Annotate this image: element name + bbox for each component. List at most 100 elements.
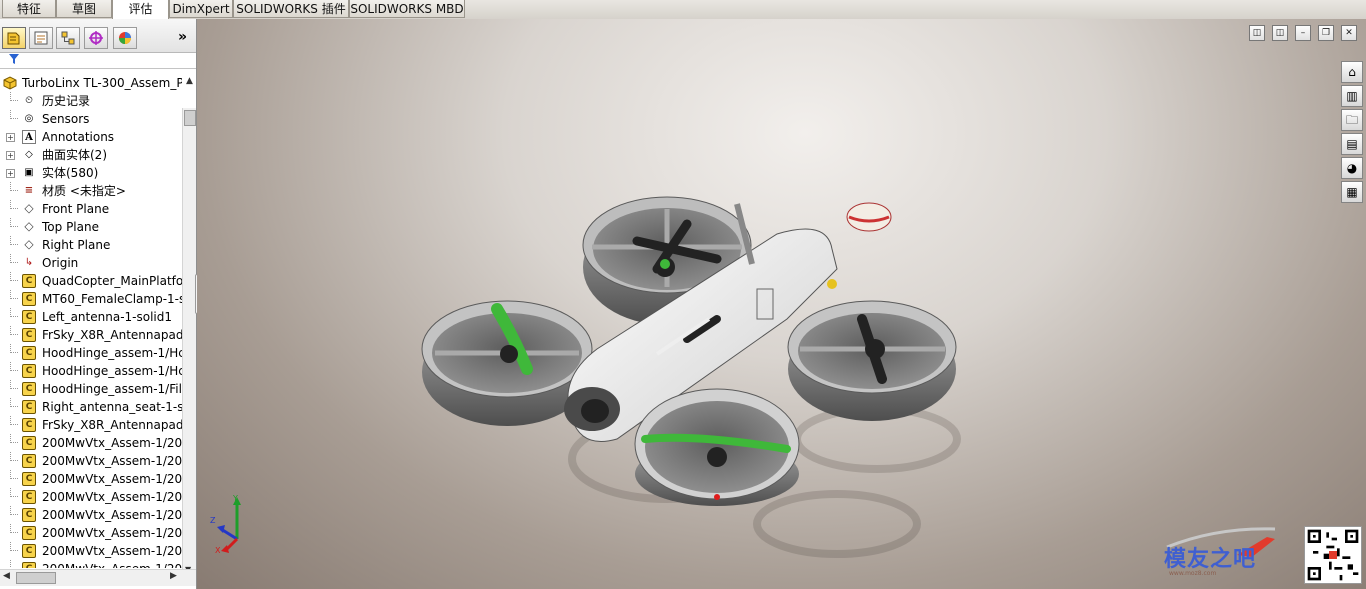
file-explorer-icon[interactable]: 🗀 — [1341, 109, 1363, 131]
tree-item[interactable]: + ◇ 曲面实体(2) — [0, 146, 182, 164]
svg-text:X: X — [215, 546, 221, 553]
tree-item-component[interactable]: C HoodHinge_assem-1/Fil — [0, 380, 182, 398]
part-icon: C — [22, 490, 36, 504]
plane-icon: ◇ — [24, 237, 34, 251]
tree-item[interactable]: ◇ Front Plane — [0, 200, 182, 218]
tree-item-component[interactable]: C 200MwVtx_Assem-1/200 — [0, 434, 182, 452]
minimize-window-icon[interactable]: – — [1295, 25, 1311, 41]
tree-connector-line — [10, 524, 18, 533]
annotations-icon: A — [22, 130, 36, 144]
part-icon: C — [22, 292, 36, 306]
vertical-scroll-thumb[interactable] — [184, 110, 196, 126]
tree-item-component[interactable]: C Right_antenna_seat-1-sc — [0, 398, 182, 416]
tab-dimxpert[interactable]: DimXpert — [169, 0, 233, 18]
tree-connector-line — [10, 452, 18, 461]
command-manager-tabbar: 特征 草图 评估 DimXpert SOLIDWORKS 插件 SOLIDWOR… — [0, 0, 1366, 19]
tab-evaluate[interactable]: 评估 — [112, 0, 169, 19]
horizontal-scroll-thumb[interactable] — [16, 572, 56, 584]
tile-left-icon[interactable]: ◫ — [1249, 25, 1265, 41]
solidworks-resources-icon[interactable]: ⌂ — [1341, 61, 1363, 83]
tree-item-component[interactable]: C FrSky_X8R_Antennapadc — [0, 416, 182, 434]
expand-toggle-icon[interactable]: + — [6, 169, 15, 178]
tree-item[interactable]: ◎ Sensors — [0, 110, 182, 128]
tree-item[interactable]: ≡ 材质 <未指定> — [0, 182, 182, 200]
tree-item-component[interactable]: C Left_antenna-1-solid1 — [0, 308, 182, 326]
tree-connector-line — [10, 326, 18, 335]
configuration-manager-icon[interactable] — [56, 27, 80, 49]
tab-sketch[interactable]: 草图 — [56, 0, 112, 18]
part-icon: C — [22, 544, 36, 558]
tree-item-component[interactable]: C HoodHinge_assem-1/Hc — [0, 344, 182, 362]
expand-toggle-icon[interactable]: + — [6, 133, 15, 142]
tree-connector-line — [10, 398, 18, 407]
tree-item-component[interactable]: C 200MwVtx_Assem-1/200 — [0, 488, 182, 506]
tree-item-component[interactable]: C HoodHinge_assem-1/Hc — [0, 362, 182, 380]
tree-item[interactable]: ⏲ 历史记录 — [0, 92, 182, 110]
tree-item-component[interactable]: C 200MwVtx_Assem-1/200 — [0, 452, 182, 470]
tree-item-component[interactable]: C 200MwVtx_Assem-1/200 — [0, 542, 182, 560]
tree-item-label: FrSky_X8R_Antennapadc — [42, 418, 182, 432]
feature-manager-icon[interactable] — [2, 27, 26, 49]
tree-item-label: FrSky_X8R_Antennapadc — [42, 328, 182, 342]
tree-item-label: 200MwVtx_Assem-1/200 — [42, 490, 182, 504]
dimxpert-manager-icon[interactable] — [84, 27, 108, 49]
solid-bodies-icon: ▣ — [24, 167, 34, 178]
tree-item-label: HoodHinge_assem-1/Fil — [42, 382, 182, 396]
tree-item[interactable]: ◇ Right Plane — [0, 236, 182, 254]
graphics-area[interactable]: ⊕⊖⤿▦✎◫▣⚭◕✿▤ — [197, 19, 1366, 589]
expand-toggle-icon[interactable]: + — [6, 151, 15, 160]
tree-item-component[interactable]: C 200MwVtx_Assem-1/200 — [0, 470, 182, 488]
filter-icon[interactable] — [9, 54, 19, 68]
tree-item-label: 曲面实体(2) — [42, 148, 107, 162]
tree-root-assembly[interactable]: TurboLinx TL-300_Assem_Pl — [0, 74, 182, 92]
tab-solidworks-mbd[interactable]: SOLIDWORKS MBD — [349, 0, 465, 18]
tree-horizontal-scrollbar[interactable]: ◀ ▶ — [0, 569, 196, 586]
plane-icon: ◇ — [24, 201, 34, 215]
view-palette-icon[interactable]: ▤ — [1341, 133, 1363, 155]
property-manager-icon[interactable] — [29, 27, 53, 49]
part-icon: C — [22, 454, 36, 468]
tree-item-component[interactable]: C FrSky_X8R_Antennapadc — [0, 326, 182, 344]
tree-item-label: Right_antenna_seat-1-sc — [42, 400, 182, 414]
tree-item-label: Annotations — [42, 130, 115, 144]
tile-right-icon[interactable]: ◫ — [1272, 25, 1288, 41]
display-manager-icon[interactable] — [113, 27, 137, 49]
scroll-up-arrow-icon[interactable]: ▲ — [186, 76, 193, 86]
qr-code-image — [1304, 526, 1362, 584]
front-duct — [634, 388, 800, 506]
part-icon: C — [22, 364, 36, 378]
tree-item-component[interactable]: C 200MwVtx_Assem-1/200 — [0, 524, 182, 542]
tab-solidworks-addins[interactable]: SOLIDWORKS 插件 — [233, 0, 349, 18]
part-icon: C — [22, 346, 36, 360]
close-window-icon[interactable]: ✕ — [1341, 25, 1357, 41]
tree-filter-bar[interactable] — [0, 53, 196, 69]
tree-item-component[interactable]: C QuadCopter_MainPlatfo — [0, 272, 182, 290]
tree-item-label: 200MwVtx_Assem-1/200 — [42, 560, 182, 568]
tree-item-label: Front Plane — [42, 202, 110, 216]
tree-item[interactable]: + A Annotations — [0, 128, 182, 146]
restore-window-icon[interactable]: ❐ — [1318, 25, 1334, 41]
tree-vertical-scrollbar[interactable]: ▼ — [182, 108, 196, 577]
scroll-right-arrow-icon[interactable]: ▶ — [170, 571, 177, 581]
tree-item-component[interactable]: C MT60_FemaleClamp-1-s — [0, 290, 182, 308]
tree-item-component[interactable]: C 200MwVtx_Assem-1/200 — [0, 560, 182, 568]
design-library-icon[interactable]: ▥ — [1341, 85, 1363, 107]
watermark-text: 模友之吧 — [1164, 547, 1257, 572]
tree-item-label: 历史记录 — [42, 94, 91, 108]
tree-item-component[interactable]: C 200MwVtx_Assem-1/200 — [0, 506, 182, 524]
custom-properties-icon[interactable]: ▦ — [1341, 181, 1363, 203]
more-tabs-chevron-icon[interactable]: » — [178, 29, 187, 45]
part-icon: C — [22, 310, 36, 324]
tree-item-label: 200MwVtx_Assem-1/200 — [42, 508, 182, 522]
tree-item[interactable]: ◇ Top Plane — [0, 218, 182, 236]
watermark-url: www.moz8.com — [1169, 570, 1217, 577]
scroll-left-arrow-icon[interactable]: ◀ — [3, 571, 10, 581]
drone-model-render[interactable] — [197, 19, 1366, 589]
tree-item[interactable]: + ▣ 实体(580) — [0, 164, 182, 182]
tree-connector-line — [10, 380, 18, 389]
tree-connector-line — [10, 182, 18, 191]
tree-item[interactable]: ↳ Origin — [0, 254, 182, 272]
tab-features[interactable]: 特征 — [2, 0, 56, 18]
tree-connector-line — [10, 110, 18, 119]
appearances-icon[interactable]: ◕ — [1341, 157, 1363, 179]
